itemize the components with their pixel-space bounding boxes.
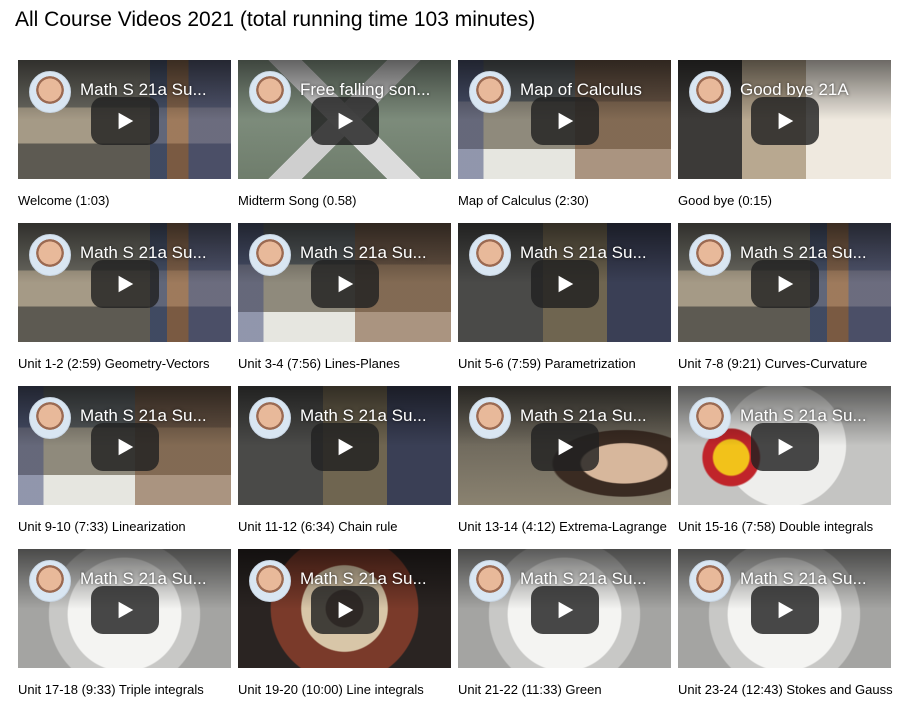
video-thumbnail[interactable]: Math S 21a Su...: [18, 386, 231, 505]
video-card: Math S 21a Su... Unit 13-14 (4:12) Extre…: [458, 386, 671, 549]
video-caption: Unit 7-8 (9:21) Curves-Curvature: [678, 356, 868, 371]
video-card: Math S 21a Su... Unit 17-18 (9:33) Tripl…: [18, 549, 231, 712]
play-button[interactable]: [91, 260, 159, 308]
video-card: Free falling son... Midterm Song (0.58): [238, 60, 451, 223]
play-button[interactable]: [531, 260, 599, 308]
video-thumbnail[interactable]: Math S 21a Su...: [18, 60, 231, 179]
play-icon: [558, 112, 574, 130]
video-thumbnail[interactable]: Math S 21a Su...: [458, 223, 671, 342]
video-thumbnail[interactable]: Math S 21a Su...: [238, 549, 451, 668]
video-caption: Welcome (1:03): [18, 193, 110, 208]
video-grid: Math S 21a Su... Welcome (1:03) Free fal…: [18, 60, 893, 712]
video-card: Math S 21a Su... Unit 5-6 (7:59) Paramet…: [458, 223, 671, 386]
video-thumbnail[interactable]: Math S 21a Su...: [678, 386, 891, 505]
video-caption: Unit 3-4 (7:56) Lines-Planes: [238, 356, 400, 371]
video-caption: Unit 13-14 (4:12) Extrema-Lagrange: [458, 519, 667, 534]
play-icon: [778, 112, 794, 130]
channel-avatar[interactable]: [689, 397, 731, 439]
video-thumbnail[interactable]: Math S 21a Su...: [18, 549, 231, 668]
video-caption: Map of Calculus (2:30): [458, 193, 589, 208]
video-card: Math S 21a Su... Unit 9-10 (7:33) Linear…: [18, 386, 231, 549]
channel-avatar[interactable]: [29, 560, 71, 602]
play-icon: [778, 438, 794, 456]
play-button[interactable]: [751, 97, 819, 145]
channel-avatar[interactable]: [29, 71, 71, 113]
channel-avatar[interactable]: [249, 234, 291, 276]
play-button[interactable]: [91, 586, 159, 634]
channel-avatar[interactable]: [689, 71, 731, 113]
video-caption: Unit 9-10 (7:33) Linearization: [18, 519, 186, 534]
video-thumbnail[interactable]: Math S 21a Su...: [238, 223, 451, 342]
play-button[interactable]: [531, 423, 599, 471]
channel-avatar[interactable]: [249, 397, 291, 439]
video-thumbnail[interactable]: Free falling son...: [238, 60, 451, 179]
play-icon: [118, 438, 134, 456]
video-caption: Unit 21-22 (11:33) Green: [458, 682, 602, 697]
play-button[interactable]: [531, 97, 599, 145]
channel-avatar[interactable]: [469, 234, 511, 276]
video-card: Math S 21a Su... Unit 3-4 (7:56) Lines-P…: [238, 223, 451, 386]
play-icon: [338, 601, 354, 619]
video-card: Math S 21a Su... Unit 1-2 (2:59) Geometr…: [18, 223, 231, 386]
play-icon: [338, 112, 354, 130]
play-icon: [558, 601, 574, 619]
play-icon: [118, 601, 134, 619]
video-thumbnail[interactable]: Math S 21a Su...: [458, 549, 671, 668]
play-icon: [558, 275, 574, 293]
video-card: Math S 21a Su... Unit 15-16 (7:58) Doubl…: [678, 386, 891, 549]
play-button[interactable]: [751, 260, 819, 308]
video-card: Math S 21a Su... Welcome (1:03): [18, 60, 231, 223]
video-thumbnail[interactable]: Math S 21a Su...: [458, 386, 671, 505]
video-caption: Unit 11-12 (6:34) Chain rule: [238, 519, 398, 534]
play-icon: [778, 275, 794, 293]
video-caption: Unit 19-20 (10:00) Line integrals: [238, 682, 424, 697]
video-caption: Unit 15-16 (7:58) Double integrals: [678, 519, 874, 534]
video-thumbnail[interactable]: Good bye 21A: [678, 60, 891, 179]
video-caption: Unit 5-6 (7:59) Parametrization: [458, 356, 636, 371]
channel-avatar[interactable]: [29, 397, 71, 439]
play-button[interactable]: [311, 97, 379, 145]
play-icon: [338, 438, 354, 456]
channel-avatar[interactable]: [689, 560, 731, 602]
video-thumbnail[interactable]: Math S 21a Su...: [678, 549, 891, 668]
video-card: Good bye 21A Good bye (0:15): [678, 60, 891, 223]
channel-avatar[interactable]: [249, 560, 291, 602]
channel-avatar[interactable]: [469, 397, 511, 439]
play-icon: [558, 438, 574, 456]
play-button[interactable]: [311, 260, 379, 308]
video-caption: Midterm Song (0.58): [238, 193, 357, 208]
play-button[interactable]: [91, 423, 159, 471]
channel-avatar[interactable]: [469, 71, 511, 113]
play-button[interactable]: [311, 423, 379, 471]
play-icon: [118, 112, 134, 130]
channel-avatar[interactable]: [469, 560, 511, 602]
video-card: Math S 21a Su... Unit 11-12 (6:34) Chain…: [238, 386, 451, 549]
video-thumbnail[interactable]: Math S 21a Su...: [238, 386, 451, 505]
play-button[interactable]: [91, 97, 159, 145]
play-button[interactable]: [751, 586, 819, 634]
play-button[interactable]: [311, 586, 379, 634]
video-card: Map of Calculus Map of Calculus (2:30): [458, 60, 671, 223]
video-caption: Unit 1-2 (2:59) Geometry-Vectors: [18, 356, 210, 371]
video-caption: Unit 23-24 (12:43) Stokes and Gauss: [678, 682, 893, 697]
play-icon: [338, 275, 354, 293]
play-icon: [778, 601, 794, 619]
channel-avatar[interactable]: [29, 234, 71, 276]
play-button[interactable]: [751, 423, 819, 471]
video-card: Math S 21a Su... Unit 7-8 (9:21) Curves-…: [678, 223, 891, 386]
play-button[interactable]: [531, 586, 599, 634]
page-title: All Course Videos 2021 (total running ti…: [15, 8, 536, 31]
video-caption: Good bye (0:15): [678, 193, 772, 208]
video-caption: Unit 17-18 (9:33) Triple integrals: [18, 682, 204, 697]
video-thumbnail[interactable]: Math S 21a Su...: [678, 223, 891, 342]
play-icon: [118, 275, 134, 293]
video-card: Math S 21a Su... Unit 23-24 (12:43) Stok…: [678, 549, 893, 712]
video-card: Math S 21a Su... Unit 19-20 (10:00) Line…: [238, 549, 451, 712]
video-thumbnail[interactable]: Math S 21a Su...: [18, 223, 231, 342]
video-card: Math S 21a Su... Unit 21-22 (11:33) Gree…: [458, 549, 671, 712]
channel-avatar[interactable]: [249, 71, 291, 113]
channel-avatar[interactable]: [689, 234, 731, 276]
video-thumbnail[interactable]: Map of Calculus: [458, 60, 671, 179]
